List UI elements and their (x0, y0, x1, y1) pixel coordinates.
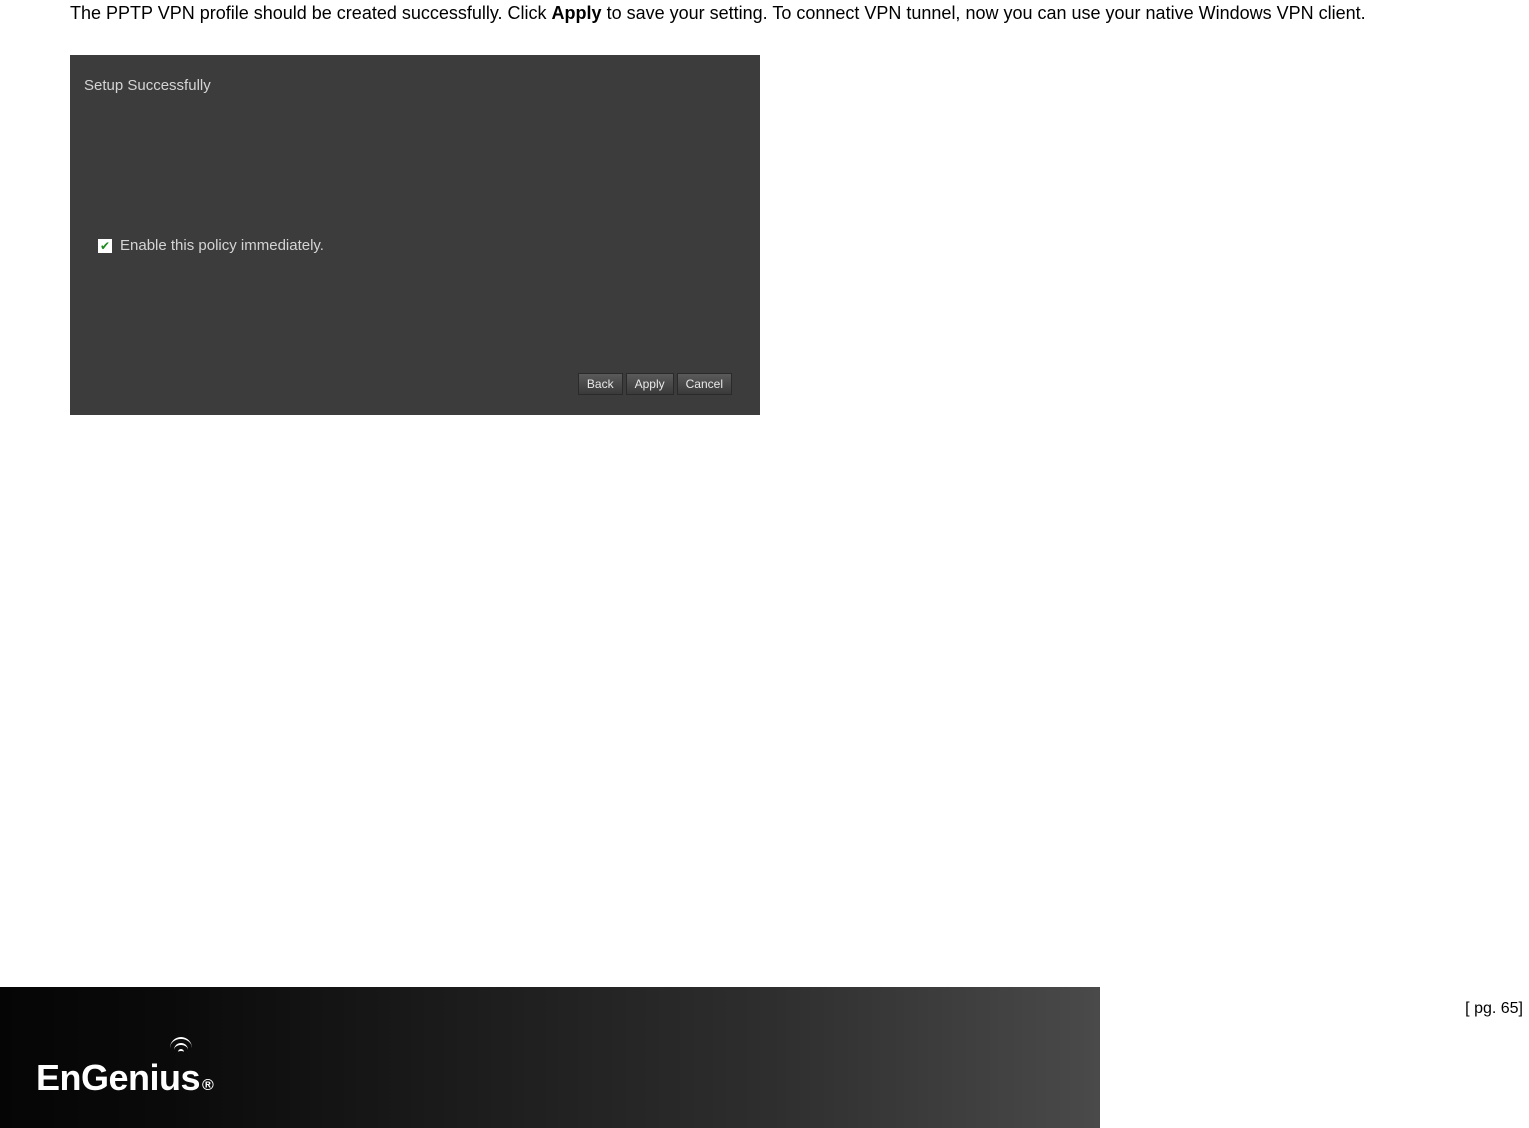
intro-text-before: The PPTP VPN profile should be created s… (70, 3, 552, 23)
intro-paragraph: The PPTP VPN profile should be created s… (70, 0, 1459, 27)
panel-button-row: Back Apply Cancel (578, 373, 732, 395)
engenius-logo: EnGenius® (36, 1057, 213, 1099)
cancel-button[interactable]: Cancel (677, 373, 732, 395)
registered-mark: ® (202, 1077, 213, 1095)
intro-bold-word: Apply (552, 3, 602, 23)
enable-policy-label: Enable this policy immediately. (120, 237, 324, 254)
enable-policy-checkbox-row[interactable]: ✔ Enable this policy immediately. (98, 237, 324, 254)
back-button[interactable]: Back (578, 373, 623, 395)
footer-bar: EnGenius® (0, 987, 1100, 1128)
setup-screenshot-panel: Setup Successfully ✔ Enable this policy … (70, 55, 760, 415)
intro-text-after: to save your setting. To connect VPN tun… (602, 3, 1366, 23)
wifi-icon (169, 1039, 193, 1057)
apply-button[interactable]: Apply (626, 373, 674, 395)
setup-success-title: Setup Successfully (84, 77, 211, 94)
enable-policy-checkbox[interactable]: ✔ (98, 239, 112, 253)
checkmark-icon: ✔ (100, 240, 110, 252)
logo-text: EnGenius (36, 1057, 200, 1099)
page-number: [ pg. 65] (1465, 1000, 1523, 1018)
